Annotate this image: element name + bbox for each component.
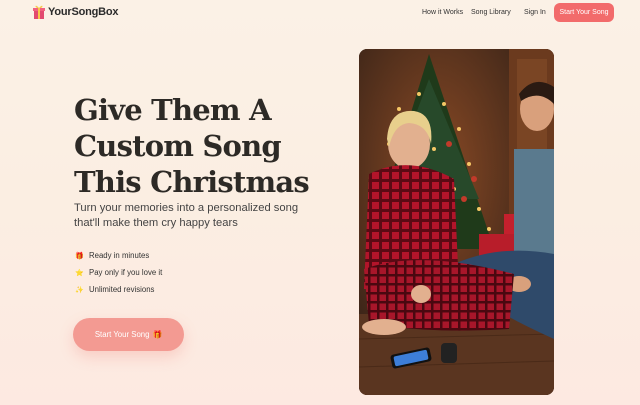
nav-sign-in[interactable]: Sign In — [524, 9, 546, 16]
hero-title-line: This Christmas — [74, 165, 310, 199]
nav-start-song-button[interactable]: Start Your Song — [554, 3, 614, 22]
sparkle-icon: ✨ — [75, 286, 84, 294]
hero-subtitle: Turn your memories into a personalized s… — [74, 202, 299, 229]
feature-list: 🎁 Ready in minutes ⭐ Pay only if you lov… — [74, 247, 162, 298]
gift-icon: 🎁 — [152, 330, 163, 339]
feature-label: Ready in minutes — [89, 251, 150, 260]
hero-title-line: Custom Song — [74, 129, 282, 163]
feature-label: Pay only if you love it — [89, 268, 163, 277]
feature-label: Unlimited revisions — [89, 285, 155, 294]
hero-title-line: Give Them A — [74, 93, 272, 127]
gift-icon — [33, 4, 45, 20]
hero-cta-label: Start Your Song — [94, 330, 150, 339]
nav-how-it-works[interactable]: How it Works — [422, 9, 463, 16]
hero-start-song-button[interactable]: Start Your Song 🎁 — [73, 318, 184, 351]
nav-song-library[interactable]: Song Library — [471, 9, 511, 16]
feature-item: ⭐ Pay only if you love it — [74, 264, 162, 281]
couple-christmas-tree-illustration — [359, 49, 554, 395]
hero-title: Give Them A Custom Song This Christmas — [74, 92, 324, 200]
gift-icon: 🎁 — [75, 252, 84, 260]
hero-photo — [359, 49, 554, 395]
top-nav: YourSongBox How it Works Song Library Si… — [0, 0, 640, 26]
brand-name: YourSongBox — [48, 6, 119, 18]
feature-item: ✨ Unlimited revisions — [74, 281, 162, 298]
feature-item: 🎁 Ready in minutes — [74, 247, 162, 264]
star-icon: ⭐ — [75, 269, 84, 277]
brand-logo[interactable]: YourSongBox — [33, 4, 119, 20]
